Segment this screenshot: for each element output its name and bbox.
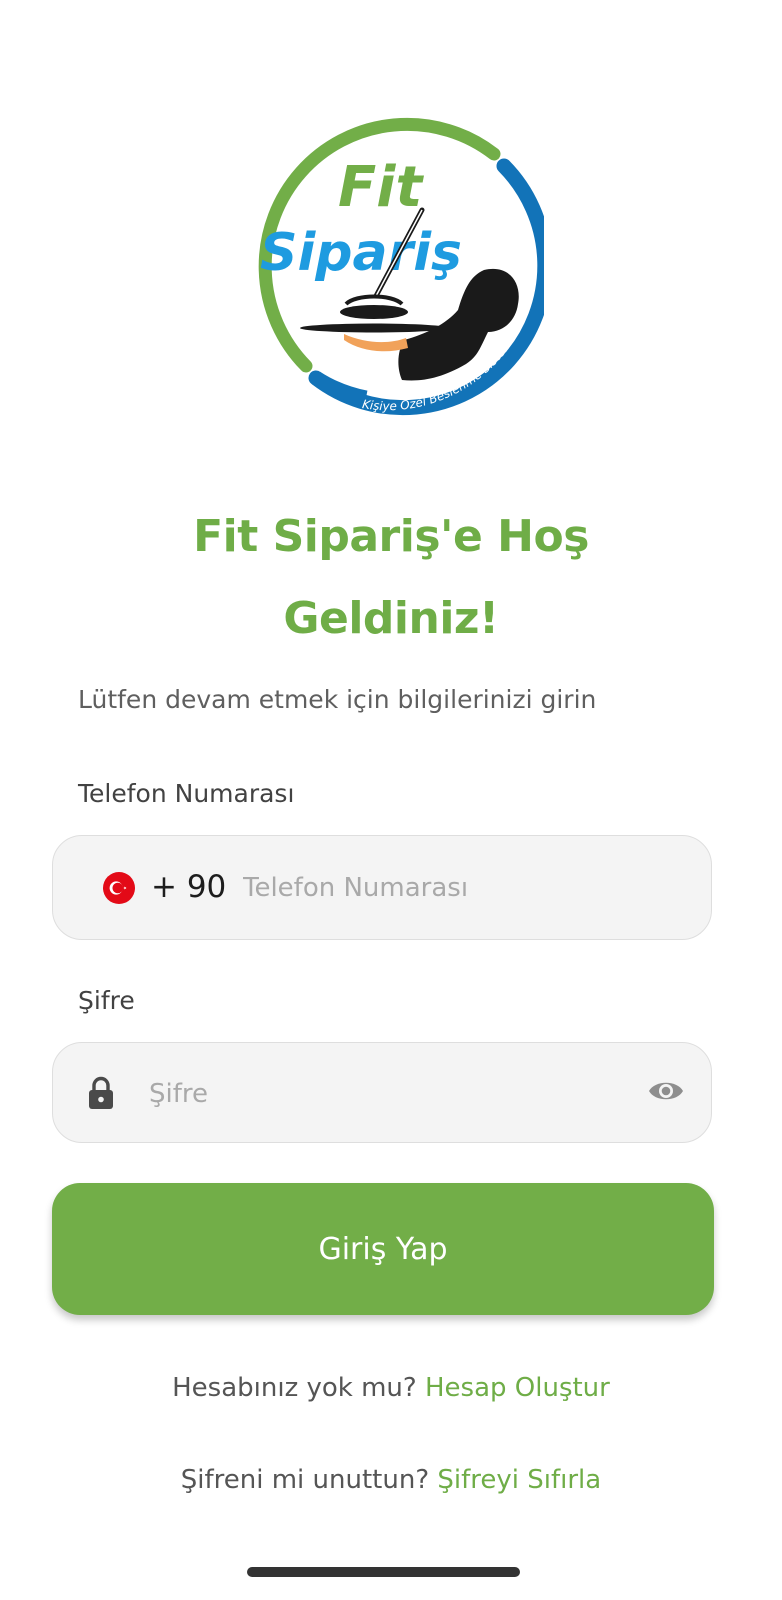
reset-prompt: Şifreni mi unuttun? bbox=[180, 1465, 430, 1495]
logo-brand-fit: Fit bbox=[338, 155, 424, 220]
welcome-subtitle: Lütfen devam etmek için bilgilerinizi gi… bbox=[78, 685, 597, 714]
reset-row: Şifreni mi unuttun? Şifreyi Sıfırla bbox=[0, 1460, 782, 1500]
login-button[interactable]: Giriş Yap bbox=[52, 1183, 714, 1315]
reset-password-link[interactable]: Şifreyi Sıfırla bbox=[437, 1465, 601, 1495]
password-input[interactable] bbox=[149, 1072, 619, 1116]
lock-icon bbox=[87, 1076, 115, 1110]
phone-input[interactable] bbox=[243, 866, 683, 910]
password-field[interactable] bbox=[52, 1042, 712, 1143]
phone-label: Telefon Numarası bbox=[78, 779, 295, 808]
welcome-title: Fit Sipariş'e Hoş Geldiniz! bbox=[60, 496, 722, 660]
logo-brand-siparis: Sipariş bbox=[260, 223, 462, 283]
password-label: Şifre bbox=[78, 986, 135, 1015]
fit-siparis-logo: Fit Kalmanın En Sağlıklı Yolu Kişiye Öze… bbox=[226, 98, 544, 416]
register-row: Hesabınız yok mu? Hesap Oluştur bbox=[0, 1368, 782, 1408]
country-dial-code[interactable]: + 90 bbox=[151, 866, 226, 908]
logo-graphic: Fit Kalmanın En Sağlıklı Yolu Kişiye Öze… bbox=[236, 113, 544, 416]
home-indicator bbox=[247, 1567, 520, 1577]
register-prompt: Hesabınız yok mu? bbox=[172, 1373, 417, 1403]
create-account-link[interactable]: Hesap Oluştur bbox=[425, 1373, 610, 1403]
welcome-title-line-2: Geldiniz! bbox=[283, 593, 499, 644]
eye-icon[interactable] bbox=[648, 1077, 684, 1105]
phone-field[interactable]: + 90 bbox=[52, 835, 712, 940]
turkey-flag-icon[interactable] bbox=[103, 872, 135, 904]
welcome-title-line-1: Fit Sipariş'e Hoş bbox=[193, 511, 589, 562]
